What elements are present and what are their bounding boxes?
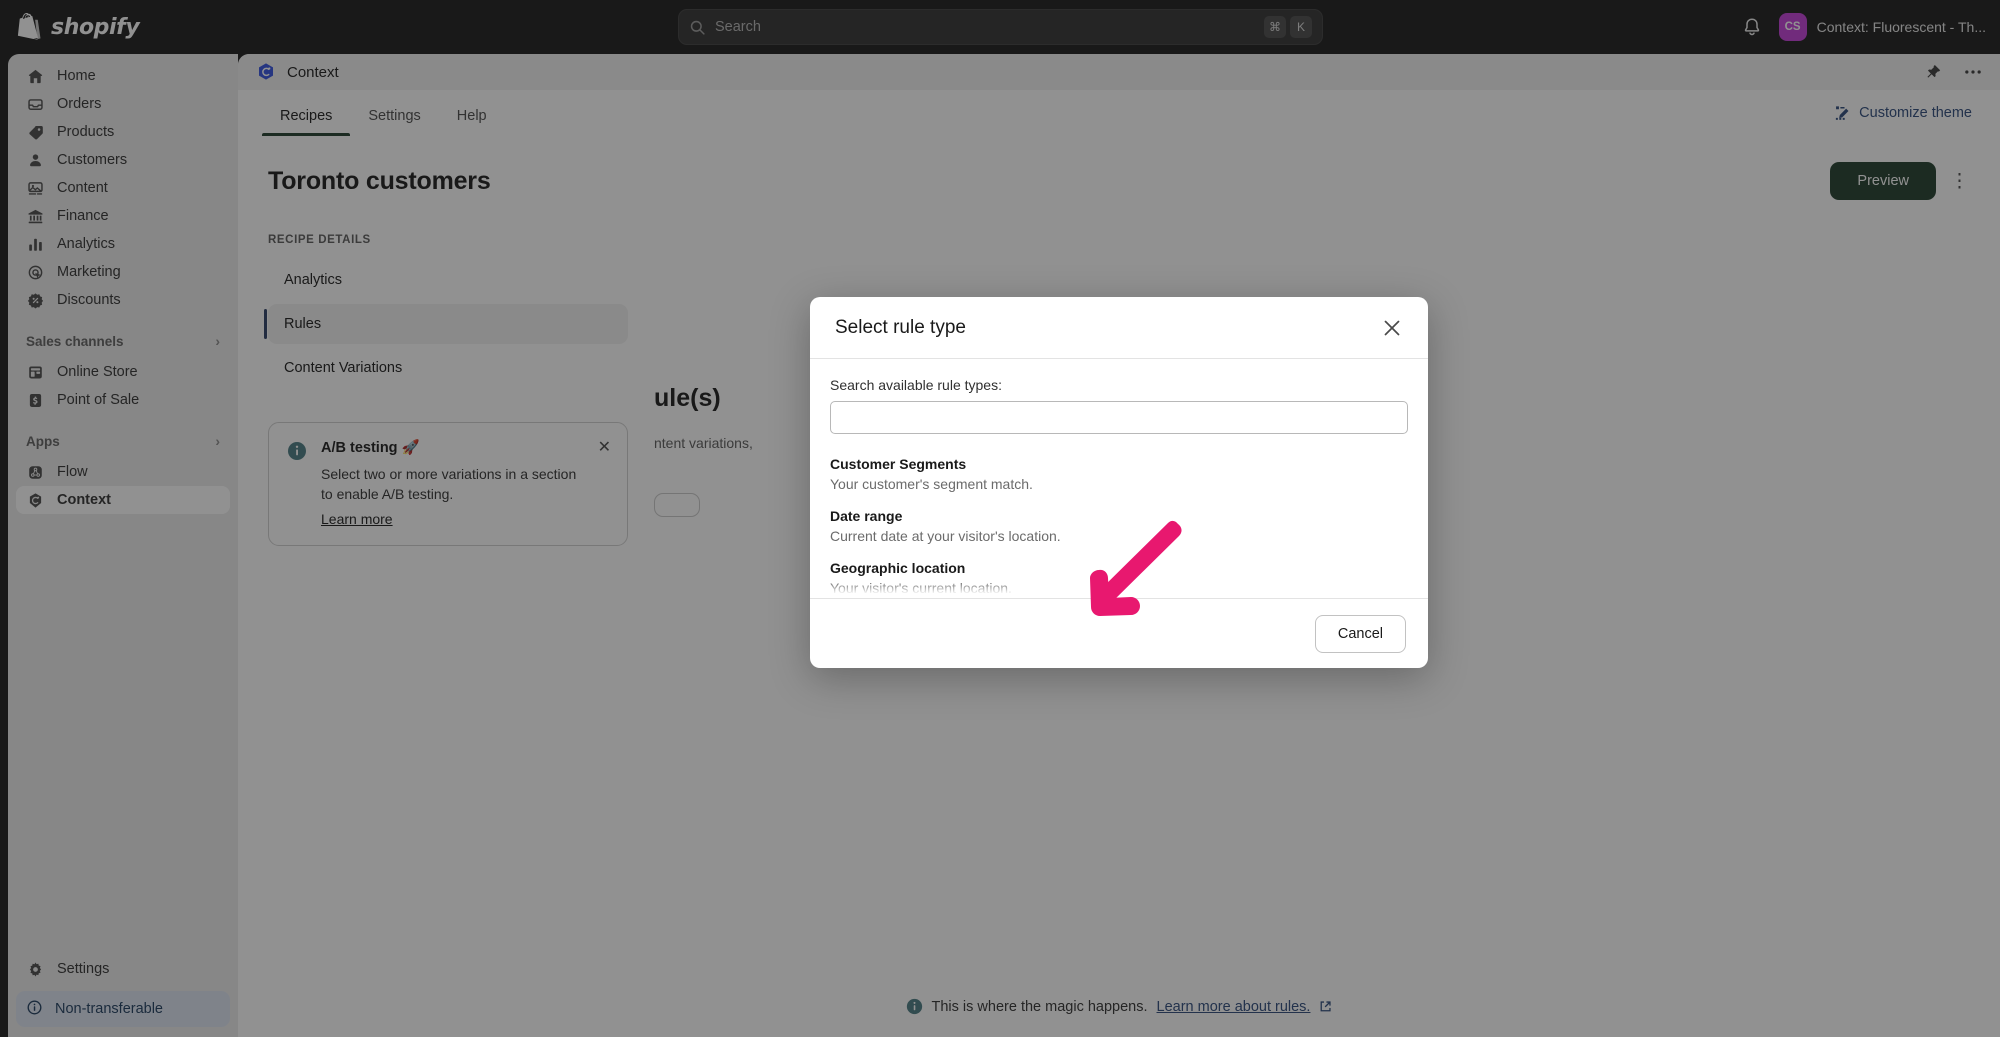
rule-option-date-range[interactable]: Date range Current date at your visitor'… (830, 502, 1408, 554)
rule-option-desc: Your visitor's current location. (830, 580, 1408, 596)
modal-footer: Cancel (810, 598, 1428, 668)
rule-search-label: Search available rule types: (830, 377, 1408, 393)
rule-option-desc: Your customer's segment match. (830, 476, 1408, 492)
rule-option-desc: Current date at your visitor's location. (830, 528, 1408, 544)
select-rule-type-modal: Select rule type Search available rule t… (810, 297, 1428, 668)
modal-body: Search available rule types: Customer Se… (810, 359, 1428, 598)
modal-header: Select rule type (810, 297, 1428, 359)
rule-search-input[interactable] (830, 401, 1408, 434)
rule-option-geographic-location[interactable]: Geographic location Your visitor's curre… (830, 554, 1408, 598)
cancel-button[interactable]: Cancel (1315, 615, 1406, 653)
rule-option-name: Customer Segments (830, 456, 1408, 472)
rule-option-name: Date range (830, 508, 1408, 524)
rule-option-name: Geographic location (830, 560, 1408, 576)
modal-title: Select rule type (835, 317, 966, 339)
close-icon[interactable] (1381, 317, 1403, 339)
rule-option-customer-segments[interactable]: Customer Segments Your customer's segmen… (830, 450, 1408, 502)
rule-type-list: Customer Segments Your customer's segmen… (830, 450, 1408, 598)
